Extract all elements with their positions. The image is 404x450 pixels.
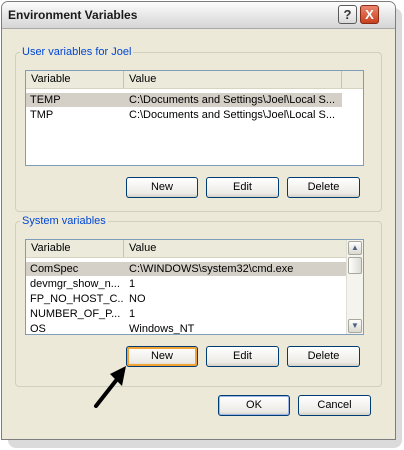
variable-value: Windows_NT (129, 323, 195, 335)
table-row[interactable]: TMP C:\Documents and Settings\Joel\Local… (26, 108, 342, 122)
column-header-value[interactable]: Value (124, 71, 342, 88)
column-header-variable[interactable]: Variable (26, 71, 124, 88)
variable-name: FP_NO_HOST_C... (30, 293, 124, 305)
variable-value: C:\WINDOWS\system32\cmd.exe (129, 263, 294, 275)
variable-name: TMP (30, 109, 54, 121)
scroll-thumb[interactable] (348, 257, 362, 274)
window-title: Environment Variables (8, 8, 138, 22)
variable-name: devmgr_show_n... (30, 278, 120, 290)
title-bar[interactable]: Environment Variables ? X (2, 2, 395, 29)
scroll-down-button[interactable]: ▼ (348, 319, 362, 333)
column-header-value[interactable]: Value (124, 240, 349, 257)
system-variables-list[interactable]: Variable Value ComSpec C:\WINDOWS\system… (25, 239, 364, 335)
variable-name: ComSpec (30, 263, 79, 275)
table-row[interactable]: devmgr_show_n... 1 (26, 277, 347, 291)
variable-value: 1 (129, 278, 136, 290)
system-list-header: Variable Value (26, 240, 363, 258)
chevron-up-icon: ▲ (351, 243, 359, 252)
user-variables-legend: User variables for Joel (22, 46, 132, 58)
column-header-blank (342, 71, 363, 88)
table-row[interactable]: TEMP C:\Documents and Settings\Joel\Loca… (26, 93, 342, 107)
system-delete-button[interactable]: Delete (287, 346, 360, 367)
ok-button[interactable]: OK (218, 395, 290, 416)
variable-value: C:\Documents and Settings\Joel\Local S..… (129, 94, 336, 106)
help-button[interactable]: ? (338, 5, 357, 24)
help-icon: ? (343, 7, 352, 22)
user-delete-button[interactable]: Delete (287, 177, 360, 198)
cancel-button[interactable]: Cancel (298, 395, 371, 416)
table-row[interactable]: ComSpec C:\WINDOWS\system32\cmd.exe (26, 262, 347, 276)
user-variables-list[interactable]: Variable Value TEMP C:\Documents and Set… (25, 70, 364, 166)
variable-value: NO (129, 293, 146, 305)
table-row[interactable]: FP_NO_HOST_C... NO (26, 292, 347, 306)
user-new-button[interactable]: New (126, 177, 198, 198)
system-variables-legend: System variables (22, 215, 106, 227)
column-header-variable[interactable]: Variable (26, 240, 124, 257)
variable-name: NUMBER_OF_P... (30, 308, 121, 320)
close-button[interactable]: X (360, 5, 379, 24)
system-edit-button[interactable]: Edit (206, 346, 279, 367)
scroll-up-button[interactable]: ▲ (348, 241, 362, 255)
arrow-annotation-icon (94, 366, 126, 408)
vertical-scrollbar[interactable]: ▲ ▼ (346, 240, 363, 334)
environment-variables-dialog: Environment Variables ? X User variables… (1, 1, 396, 440)
chevron-down-icon: ▼ (351, 321, 359, 330)
user-list-header: Variable Value (26, 71, 363, 89)
variable-name: OS (30, 323, 46, 335)
close-icon: X (365, 7, 374, 22)
table-row[interactable]: OS Windows_NT (26, 322, 347, 335)
variable-value: C:\Documents and Settings\Joel\Local S..… (129, 109, 336, 121)
variable-value: 1 (129, 308, 136, 320)
table-row[interactable]: NUMBER_OF_P... 1 (26, 307, 347, 321)
variable-name: TEMP (30, 94, 61, 106)
user-edit-button[interactable]: Edit (206, 177, 279, 198)
